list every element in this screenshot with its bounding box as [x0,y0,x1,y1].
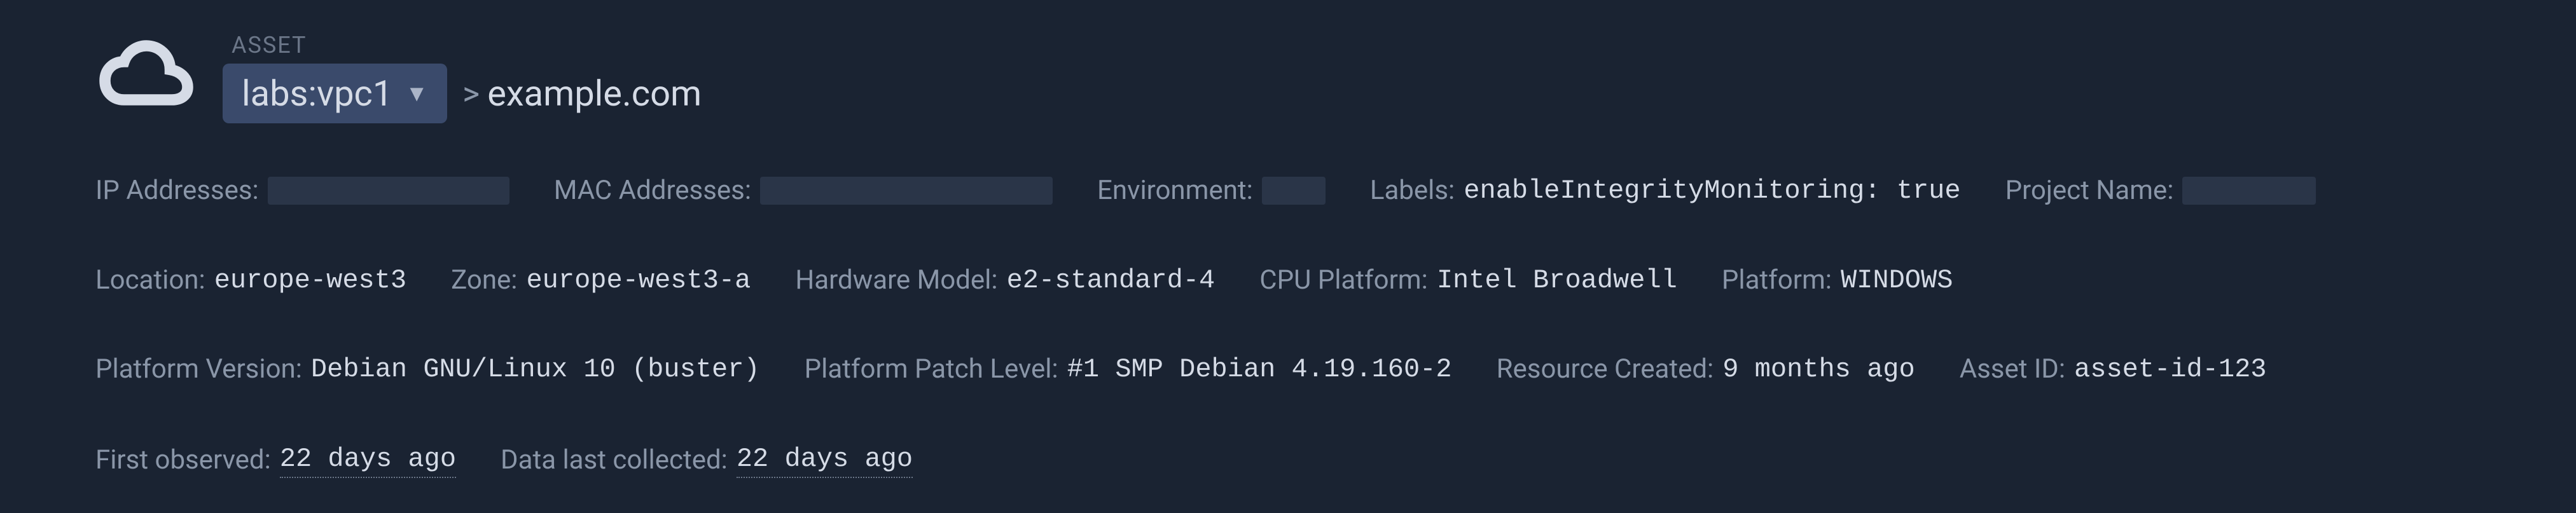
breadcrumb: > example.com [462,72,702,114]
first-observed-value[interactable]: 22 days ago [280,442,456,479]
asset-id-value: asset-id-123 [2074,353,2266,386]
hardware-model-value: e2-standard-4 [1007,264,1215,298]
labels: Labels: enableIntegrityMonitoring: true [1370,174,1961,208]
platform-patch: Platform Patch Level: #1 SMP Debian 4.19… [805,353,1452,386]
resource-created-label: Resource Created: [1497,353,1714,386]
cpu-platform-value: Intel Broadwell [1437,264,1677,298]
data-last-collected-value[interactable]: 22 days ago [737,442,913,479]
asset-id-label: Asset ID: [1960,353,2065,386]
cloud-icon [95,36,197,119]
mac-addresses: MAC Addresses: [554,174,1053,208]
location: Location: europe-west3 [95,264,406,298]
zone: Zone: europe-west3-a [451,264,751,298]
platform-label: Platform: [1722,264,1832,298]
platform: Platform: WINDOWS [1722,264,1953,298]
breadcrumb-arrow: > [462,74,480,113]
cpu-platform-label: CPU Platform: [1259,264,1428,298]
cpu-platform: CPU Platform: Intel Broadwell [1259,264,1677,298]
vpc-badge-dropdown[interactable]: labs:vpc1 ▼ [223,64,447,123]
title-block: ASSET labs:vpc1 ▼ > example.com [223,32,702,123]
labels-value: enableIntegrityMonitoring: true [1464,174,1960,208]
ip-addresses: IP Addresses: [95,174,509,208]
vpc-badge-text: labs:vpc1 [242,72,392,114]
environment: Environment: [1097,174,1326,208]
labels-label: Labels: [1370,174,1455,208]
environment-value-redacted [1262,177,1326,205]
platform-version-label: Platform Version: [95,353,302,386]
resource-created: Resource Created: 9 months ago [1497,353,1915,386]
zone-value: europe-west3-a [526,264,751,298]
platform-version: Platform Version: Debian GNU/Linux 10 (b… [95,353,760,386]
resource-created-value: 9 months ago [1722,353,1915,386]
asset-header: ASSET labs:vpc1 ▼ > example.com [95,32,2481,123]
location-label: Location: [95,264,205,298]
asset-label: ASSET [223,32,702,58]
data-last-collected: Data last collected: 22 days ago [501,442,913,479]
title-row: labs:vpc1 ▼ > example.com [223,64,702,123]
asset-panel: ASSET labs:vpc1 ▼ > example.com IP Addre… [0,0,2576,513]
zone-label: Zone: [451,264,517,298]
platform-value: WINDOWS [1841,264,1953,298]
hardware-model-label: Hardware Model: [795,264,997,298]
first-observed: First observed: 22 days ago [95,442,456,479]
platform-version-value: Debian GNU/Linux 10 (buster) [311,353,760,386]
breadcrumb-domain: example.com [487,72,702,114]
asset-id: Asset ID: asset-id-123 [1960,353,2267,386]
project-name-value-redacted [2182,177,2316,205]
mac-addresses-value-redacted [760,177,1053,205]
asset-details: IP Addresses: MAC Addresses: Environment… [95,174,2481,478]
platform-patch-label: Platform Patch Level: [805,353,1058,386]
environment-label: Environment: [1097,174,1253,208]
first-observed-label: First observed: [95,444,271,477]
platform-patch-value: #1 SMP Debian 4.19.160-2 [1067,353,1452,386]
data-last-collected-label: Data last collected: [501,444,728,477]
mac-addresses-label: MAC Addresses: [554,174,751,208]
ip-addresses-label: IP Addresses: [95,174,259,208]
ip-addresses-value-redacted [268,177,509,205]
hardware-model: Hardware Model: e2-standard-4 [795,264,1215,298]
location-value: europe-west3 [214,264,406,298]
caret-down-icon: ▼ [405,80,428,107]
project-name: Project Name: [2005,174,2316,208]
project-name-label: Project Name: [2005,174,2174,208]
